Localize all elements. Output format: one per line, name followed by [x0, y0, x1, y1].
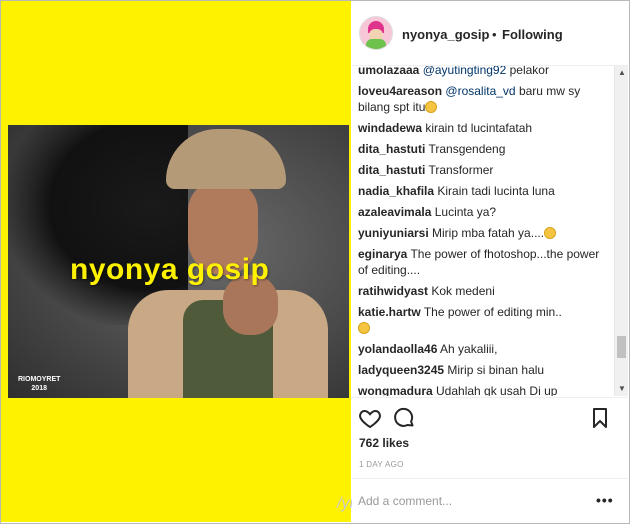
scrollbar-thumb[interactable]	[617, 336, 626, 358]
comment-item: ratihwidyast Kok medeni	[358, 283, 610, 299]
comment-username[interactable]: dita_hastuti	[358, 163, 425, 177]
post-header: nyonya_gosip • Following	[352, 1, 628, 66]
comment-item: umolazaaa @ayutingting92 pelakor	[358, 66, 610, 78]
comment-username[interactable]: ratihwidyast	[358, 284, 428, 298]
comment-icon[interactable]	[392, 406, 416, 430]
comment-text: Mirip mba fatah ya....	[428, 226, 545, 240]
comment-username[interactable]: nadia_khafila	[358, 184, 434, 198]
comment-mention[interactable]: @ayutingting92	[423, 66, 507, 77]
comment-username[interactable]: loveu4areason	[358, 84, 442, 98]
comment-username[interactable]: wongmadura	[358, 384, 433, 396]
bookmark-icon[interactable]	[588, 406, 612, 430]
post-photo[interactable]: nyonya gosip RIOMOYRET 2018	[8, 125, 349, 398]
comment-username[interactable]: dita_hastuti	[358, 142, 425, 156]
post-actions: 762 likes 1 DAY AGO Add a comment... •••	[352, 397, 628, 522]
comment-text: Kirain tadi lucinta luna	[434, 184, 555, 198]
comment-item: nadia_khafila Kirain tadi lucinta luna	[358, 183, 610, 199]
comment-username[interactable]: umolazaaa	[358, 66, 419, 77]
comment-item: loveu4areason @rosalita_vd baru mw sy bi…	[358, 83, 610, 115]
more-options-icon[interactable]: •••	[596, 492, 614, 508]
header-separator: •	[492, 27, 497, 42]
comment-item: azaleavimala Lucinta ya?	[358, 204, 610, 220]
comment-text: Lucinta ya?	[431, 205, 497, 219]
avatar[interactable]	[359, 16, 393, 50]
comment-item: yolandaolla46 Ah yakaliii,	[358, 341, 610, 357]
comment-item: yuniyuniarsi Mirip mba fatah ya....	[358, 225, 610, 241]
comment-username[interactable]: eginarya	[358, 247, 407, 261]
add-comment-bar: Add a comment... •••	[352, 478, 628, 523]
comments-scrollbar[interactable]: ▲ ▼	[614, 66, 628, 396]
comment-text: Transgendeng	[425, 142, 506, 156]
heart-icon[interactable]	[358, 406, 382, 430]
username-link[interactable]: nyonya_gosip	[402, 27, 489, 42]
photo-credit-line2: 2018	[31, 385, 47, 392]
comment-username[interactable]: azaleavimala	[358, 205, 431, 219]
comment-item: eginarya The power of fhotoshop...the po…	[358, 246, 610, 278]
comment-text: Transformer	[425, 163, 494, 177]
comment-username[interactable]: katie.hartw	[358, 305, 421, 319]
comment-username[interactable]: yuniyuniarsi	[358, 226, 429, 240]
comment-username[interactable]: windadewa	[358, 121, 422, 135]
smile-emoji-icon	[358, 322, 370, 334]
side-handle-text: /yi	[337, 495, 353, 512]
comment-item: katie.hartw The power of editing min..	[358, 304, 610, 336]
scroll-up-arrow-icon[interactable]: ▲	[615, 66, 629, 80]
sweat-emoji-icon	[544, 227, 557, 239]
comment-item: wongmadura Udahlah gk usah Di up	[358, 383, 610, 396]
comment-item: ladyqueen3245 Mirip si binan halu	[358, 362, 610, 378]
comment-text: kirain td lucintafatah	[422, 121, 533, 135]
comments-list[interactable]: umolazaaa @ayutingting92 pelakor loveu4a…	[352, 66, 614, 396]
likes-count[interactable]: 762 likes	[359, 436, 409, 450]
comment-item: windadewa kirain td lucintafatah	[358, 120, 610, 136]
post-media: nyonya gosip RIOMOYRET 2018	[1, 1, 351, 522]
photo-credit-line1: RIOMOYRET	[18, 376, 61, 383]
comment-text: Kok medeni	[428, 284, 495, 298]
comment-text: pelakor	[506, 66, 549, 77]
comment-item: dita_hastuti Transgendeng	[358, 141, 610, 157]
comment-text: Mirip si binan halu	[444, 363, 545, 377]
comment-text: The power of editing min..	[420, 305, 562, 319]
avatar-body	[366, 39, 386, 49]
comment-mention[interactable]: @rosalita_vd	[445, 84, 515, 98]
comment-text: Ah yakaliii,	[437, 342, 498, 356]
following-button[interactable]: Following	[502, 27, 563, 42]
watermark-text: nyonya gosip	[70, 253, 270, 286]
comment-text: Udahlah gk usah Di up	[432, 384, 558, 396]
comment-username[interactable]: yolandaolla46	[358, 342, 437, 356]
smile-emoji-icon	[425, 101, 438, 113]
photo-credit: RIOMOYRET 2018	[18, 375, 60, 393]
comment-input[interactable]: Add a comment...	[358, 494, 452, 508]
post-timestamp: 1 DAY AGO	[359, 460, 404, 469]
comment-item: dita_hastuti Transformer	[358, 162, 610, 178]
comment-username[interactable]: ladyqueen3245	[358, 363, 444, 377]
scroll-down-arrow-icon[interactable]: ▼	[615, 382, 629, 396]
